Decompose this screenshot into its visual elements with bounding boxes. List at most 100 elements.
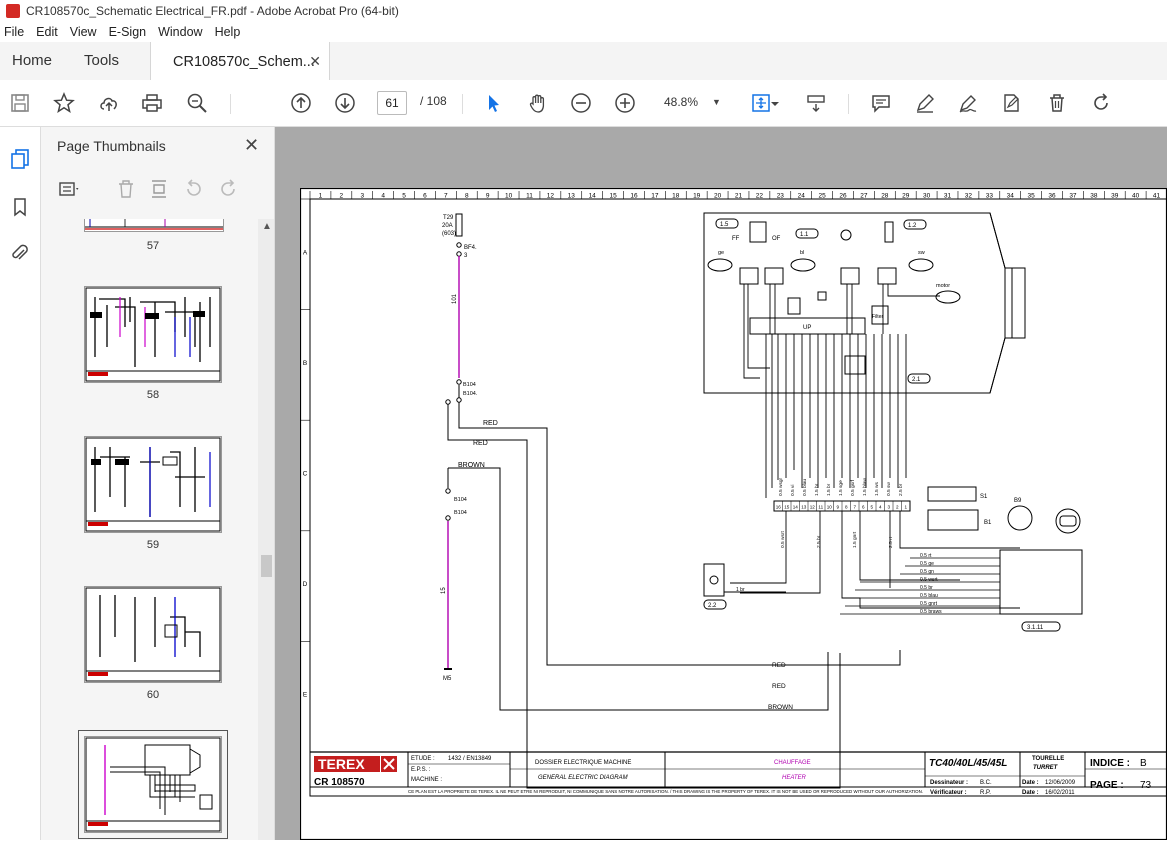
menu-file[interactable]: File	[0, 25, 30, 39]
page-thumbnail-57[interactable]	[84, 219, 224, 232]
terminal-number: 8	[845, 505, 848, 510]
wire-brown	[448, 467, 829, 711]
column-number: 14	[589, 193, 597, 200]
page-label: PAGE :	[1090, 780, 1124, 791]
tab-bar: Home Tools CR108570c_Schem... ✕	[0, 42, 1167, 81]
tab-document-label: CR108570c_Schem...	[173, 53, 315, 70]
legal-notice: CE PLAN EST LA PROPRIETE DE TEREX. IL NE…	[408, 789, 923, 794]
menu-help[interactable]: Help	[209, 25, 247, 39]
column-number: 16	[630, 193, 638, 200]
date-value: 16/02/2011	[1045, 790, 1075, 796]
page-thumbnail-60[interactable]	[84, 586, 222, 683]
etude-label: ETUDE :	[411, 756, 435, 762]
of-label: OF	[772, 236, 781, 242]
tab-home[interactable]: Home	[12, 42, 52, 80]
wire-gauge-label: 0.5 wsrt	[780, 531, 786, 548]
arrow-up-circle-icon[interactable]	[288, 90, 314, 116]
terminal-number: 10	[827, 505, 833, 510]
subject-fr: CHAUFFAGE	[774, 760, 811, 766]
page-thumbnail-58[interactable]	[84, 286, 222, 383]
scroll-up-icon[interactable]: ▲	[262, 221, 272, 232]
search-zoom-icon[interactable]	[184, 90, 210, 116]
pdf-page: 1 2 3 4 5 6 7 8 9 10 11 12 13 14 15 16 17 18 19 20 21 22 23 24 2…	[299, 187, 1167, 841]
rotate-icon[interactable]	[1088, 90, 1114, 116]
sign-icon[interactable]	[955, 90, 981, 116]
thumbnail-preview	[85, 219, 223, 230]
printer-icon[interactable]	[139, 90, 165, 116]
save-icon[interactable]	[7, 90, 33, 116]
scrollbar-thumb[interactable]	[261, 555, 272, 577]
minus-circle-icon[interactable]	[568, 90, 594, 116]
menu-window[interactable]: Window	[152, 25, 208, 39]
scroll-mode-icon[interactable]	[803, 90, 829, 116]
column-number: 2	[340, 193, 344, 200]
row-letter: B	[303, 360, 307, 367]
thumbnail-label: 57	[146, 240, 160, 252]
tab-document[interactable]: CR108570c_Schem... ✕	[150, 42, 330, 81]
wire-red-label: RED	[473, 440, 488, 447]
close-icon[interactable]: ✕	[244, 135, 259, 156]
acrobat-app-icon	[6, 4, 20, 18]
column-number: 15	[609, 193, 617, 200]
fit-dropdown-chevron-icon[interactable]	[770, 90, 780, 116]
column-number: 4	[381, 193, 385, 200]
b104-label: B104	[454, 497, 467, 503]
thumbnail-preview	[85, 587, 221, 682]
column-number: 41	[1153, 193, 1161, 200]
column-number: 18	[672, 193, 680, 200]
thumbnail-preview	[85, 737, 221, 832]
hand-icon[interactable]	[525, 90, 551, 116]
b104-label: B104.	[463, 391, 478, 397]
b9-label: B9	[1014, 498, 1022, 504]
model-label: TC40/40L/45/45L	[929, 758, 1007, 769]
options-menu-icon[interactable]	[57, 177, 81, 201]
zoom-level-select[interactable]: 48.8% ▼	[652, 91, 722, 113]
etude-value: 1432 / EN13849	[448, 756, 492, 762]
s1-label: S1	[980, 494, 988, 500]
wire-gauge-label: 1.5 blaw	[862, 478, 868, 496]
tab-tools[interactable]: Tools	[84, 42, 119, 80]
column-number: 10	[505, 193, 513, 200]
rotate-right-icon[interactable]	[216, 177, 240, 201]
page-thumbnails-panel: Page Thumbnails ✕ 57 58 59 60 ▲	[41, 127, 275, 840]
thumbnail-preview	[85, 287, 221, 382]
tab-close-icon[interactable]: ✕	[309, 53, 321, 70]
trash-icon[interactable]	[1044, 90, 1070, 116]
bl-label: bl	[800, 250, 804, 256]
cursor-arrow-icon[interactable]	[480, 90, 506, 116]
terminal-number: 6	[862, 505, 865, 510]
comment-icon[interactable]	[868, 90, 894, 116]
thumbnails-scrollbar[interactable]: ▲	[258, 219, 274, 840]
star-icon[interactable]	[51, 90, 77, 116]
page-thumbnail-current[interactable]	[78, 730, 228, 839]
date-label: Date :	[1022, 780, 1039, 786]
ref-label: 2.1	[912, 377, 921, 383]
page-total: / 108	[420, 94, 447, 108]
terminal-number: 16	[776, 505, 782, 510]
arrow-down-circle-icon[interactable]	[332, 90, 358, 116]
menu-edit[interactable]: Edit	[30, 25, 64, 39]
bookmark-icon[interactable]	[8, 195, 32, 219]
fuse-code-label: (603)	[442, 231, 456, 237]
drawing-frame	[309, 198, 1167, 797]
cloud-upload-icon[interactable]	[96, 90, 122, 116]
attachment-icon[interactable]	[8, 241, 32, 265]
fill-sign-icon[interactable]	[998, 90, 1024, 116]
wire-red-label: RED	[772, 683, 786, 690]
pen-icon[interactable]	[912, 90, 938, 116]
menu-esign[interactable]: E-Sign	[103, 25, 153, 39]
menu-bar: File Edit View E-Sign Window Help	[0, 22, 1167, 42]
row-letter: E	[303, 692, 308, 699]
page-thumbnails-icon[interactable]	[8, 147, 32, 171]
drafter-label: Dessinateur :	[930, 780, 968, 786]
plus-circle-icon[interactable]	[612, 90, 638, 116]
terminal-number: 2	[896, 505, 899, 510]
thumbnail-label: 59	[146, 539, 160, 551]
page-extract-icon[interactable]	[147, 177, 171, 201]
thumbnail-preview	[85, 437, 221, 532]
page-thumbnail-59[interactable]	[84, 436, 222, 533]
page-number-input[interactable]: 61	[377, 91, 407, 115]
menu-view[interactable]: View	[64, 25, 103, 39]
trash-icon[interactable]	[114, 177, 138, 201]
rotate-left-icon[interactable]	[182, 177, 206, 201]
